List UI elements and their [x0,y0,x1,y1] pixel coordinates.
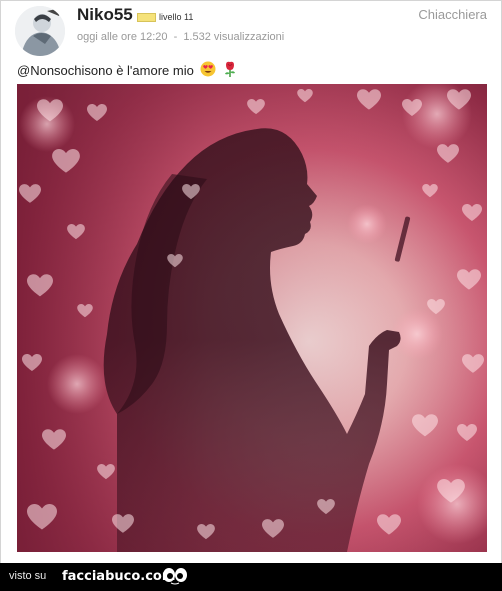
caption-text: @Nonsochisono è l'amore mio [17,62,194,78]
rose-emoji-icon [223,61,237,82]
post-image[interactable] [17,84,487,552]
post-meta: oggi alle ore 12:20 - 1.532 visualizzazi… [77,31,284,43]
user-level: livello 11 [159,12,194,22]
post-category[interactable]: Chiacchiera [418,7,487,22]
heart-eyes-emoji-icon [200,61,216,82]
view-count: 1.532 visualizzazioni [183,31,285,43]
footer-bar: visto su facciabuco.com [0,563,502,591]
eyes-logo-icon [162,567,188,590]
level-badge-icon [137,13,156,22]
post-caption: @Nonsochisono è l'amore mio [17,61,237,82]
avatar[interactable] [15,6,65,56]
avatar-image [15,6,65,56]
site-logo[interactable]: facciabuco.com [62,569,175,584]
meta-separator: - [173,31,178,43]
post-card: Niko55 livello 11 Chiacchiera oggi alle … [0,0,502,564]
username[interactable]: Niko55 [77,5,133,25]
post-time: oggi alle ore 12:20 [77,31,168,43]
woman-silhouette-image [17,84,487,552]
footer-visto-label: visto su [9,570,47,582]
